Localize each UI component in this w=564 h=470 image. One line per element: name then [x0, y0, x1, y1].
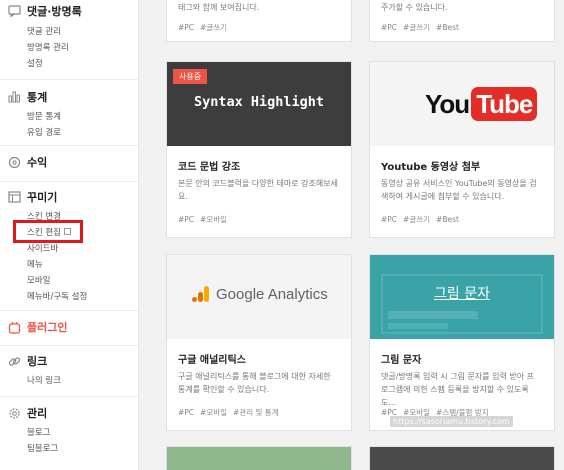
- card-description: 본문 안의 코드블럭을 다양한 테마로 강조해보세요.: [178, 179, 338, 201]
- logo-text: Tube: [471, 87, 538, 121]
- plugin-card[interactable]: [369, 446, 555, 470]
- card-tags: #PC #글쓰기 #Best: [381, 214, 465, 225]
- sidebar-item-menubar[interactable]: 메뉴바/구독 설정: [27, 290, 87, 302]
- divider: [0, 310, 139, 311]
- layout-icon: [7, 190, 21, 204]
- logo-text: Google Analytics: [216, 285, 328, 303]
- tag[interactable]: #글쓰기: [200, 23, 227, 32]
- card-title: 코드 문법 강조: [178, 162, 241, 173]
- sidebar-section-revenue[interactable]: 수익: [7, 153, 47, 171]
- divider: [0, 79, 139, 80]
- sidebar-section-decorate[interactable]: 꾸미기: [7, 188, 57, 206]
- tag[interactable]: #모바일: [200, 215, 227, 224]
- highlight-box: [13, 220, 83, 243]
- card-title: Youtube 동영상 첨부: [381, 162, 481, 173]
- tag[interactable]: #글쓰기: [403, 215, 430, 224]
- plugin-card-youtube[interactable]: You Tube Youtube 동영상 첨부 동영상 공유 서비스인 YouTu…: [369, 61, 555, 238]
- comment-icon: [7, 4, 21, 18]
- sidebar-item-visit-stats[interactable]: 방문 통계: [27, 110, 61, 122]
- sidebar-section-comments[interactable]: 댓글·방명록: [7, 2, 82, 20]
- sidebar-item-mobile[interactable]: 모바일: [27, 274, 50, 286]
- thumbnail-text: 그림 문자: [370, 283, 554, 303]
- card-tags: #PC #모바일: [178, 214, 233, 225]
- sidebar-item-blog[interactable]: 블로그: [27, 426, 50, 438]
- card-tags: #PC #글쓰기: [178, 22, 233, 33]
- sidebar-section-title: 플러그인: [27, 321, 68, 334]
- plugin-card-image-text[interactable]: 그림 문자 그림 문자 댓글/방명록 입력 시 그림 문자를 입력 받아 프로그…: [369, 254, 555, 431]
- plugin-card[interactable]: 태그와 함께 보여집니다. #PC #글쓰기: [166, 0, 352, 42]
- plugin-icon: [7, 320, 21, 334]
- card-description: 구글 애널리틱스를 통해 블로그에 대한 자세한 통계를 확인할 수 있습니다.: [178, 372, 331, 394]
- card-thumbnail: 사용중 Syntax Highlight: [167, 62, 351, 146]
- card-thumbnail: Google Analytics: [167, 255, 351, 339]
- card-description: 동영상 공유 서비스인 YouTube의 동영상을 검색하여 게시글에 첨부할 …: [381, 179, 537, 201]
- tag[interactable]: #PC: [381, 215, 397, 224]
- sidebar-section-title: 수익: [27, 156, 48, 169]
- sidebar-section-title: 링크: [27, 355, 48, 368]
- sidebar-section-manage[interactable]: 관리: [7, 404, 47, 422]
- card-description: 댓글/방명록 입력 시 그림 문자를 입력 받아 프로그램에 의한 스팸 등록을…: [381, 372, 534, 407]
- plugin-card[interactable]: [166, 446, 352, 470]
- youtube-logo: You Tube: [425, 87, 538, 121]
- in-use-badge: 사용중: [173, 69, 208, 84]
- sidebar-section-title: 통계: [27, 91, 48, 104]
- card-description: 주가할 수 있습니다.: [381, 3, 448, 12]
- gear-icon: [7, 406, 21, 420]
- tag[interactable]: #PC: [178, 408, 194, 417]
- sidebar-item-sidebar[interactable]: 사이드바: [27, 242, 58, 254]
- sidebar-item-guestbook-manage[interactable]: 방명록 관리: [27, 41, 69, 53]
- sidebar-section-links[interactable]: 링크: [7, 352, 47, 370]
- tag[interactable]: #PC: [178, 215, 194, 224]
- tag[interactable]: #글쓰기: [403, 23, 430, 32]
- tag[interactable]: #PC: [381, 23, 397, 32]
- tag[interactable]: #Best: [436, 23, 459, 32]
- tag[interactable]: #관리 및 통계: [233, 408, 279, 417]
- watermark: https://sasoriamu.tistory.com: [390, 416, 513, 427]
- sidebar-item-comment-manage[interactable]: 댓글 관리: [27, 25, 61, 37]
- card-thumbnail: 그림 문자: [370, 255, 554, 339]
- tag[interactable]: #Best: [436, 215, 459, 224]
- tag[interactable]: #PC: [178, 23, 194, 32]
- sidebar-item-my-links[interactable]: 나의 링크: [27, 374, 61, 386]
- sidebar-item-team-blog[interactable]: 팀블로그: [27, 442, 58, 454]
- card-title: 구글 애널리틱스: [178, 355, 246, 366]
- sidebar-item-inflow[interactable]: 유입 경로: [27, 126, 61, 138]
- card-thumbnail: You Tube: [370, 62, 554, 146]
- divider: [0, 181, 139, 182]
- plugin-card[interactable]: 주가할 수 있습니다. #PC #글쓰기 #Best: [369, 0, 555, 42]
- card-title: 그림 문자: [381, 355, 422, 366]
- tag[interactable]: #모바일: [200, 408, 227, 417]
- sidebar-item-settings[interactable]: 설정: [27, 57, 43, 69]
- sidebar: 댓글·방명록 댓글 관리 방명록 관리 설정 통계 방문 통계 유입 경로 수익…: [0, 0, 139, 470]
- plugin-card-syntax[interactable]: 사용중 Syntax Highlight 코드 문법 강조 본문 안의 코드블럭…: [166, 61, 352, 238]
- link-icon: [7, 354, 21, 368]
- card-description: 태그와 함께 보여집니다.: [178, 3, 260, 12]
- plugin-card-google-analytics[interactable]: Google Analytics 구글 애널리틱스 구글 애널리틱스를 통해 블…: [166, 254, 352, 431]
- bar-chart-icon: [7, 90, 21, 104]
- google-analytics-logo: Google Analytics: [192, 285, 328, 303]
- sidebar-item-menu[interactable]: 메뉴: [27, 258, 43, 270]
- thumbnail-link-text: 그림 문자: [434, 286, 490, 302]
- sidebar-section-stats[interactable]: 통계: [7, 88, 47, 106]
- divider: [0, 396, 139, 397]
- card-tags: #PC #모바일 #관리 및 통계: [178, 407, 285, 418]
- sidebar-section-title: 꾸미기: [27, 191, 58, 204]
- logo-text: You: [425, 88, 470, 119]
- analytics-icon: [192, 285, 210, 303]
- card-tags: #PC #글쓰기 #Best: [381, 22, 465, 33]
- sidebar-section-plugin[interactable]: 플러그인: [7, 318, 67, 336]
- sidebar-section-title: 댓글·방명록: [27, 5, 82, 18]
- coin-icon: [7, 155, 21, 169]
- sidebar-section-title: 관리: [27, 407, 48, 420]
- divider: [0, 145, 139, 146]
- thumbnail-text: Syntax Highlight: [193, 94, 325, 110]
- divider: [0, 345, 139, 346]
